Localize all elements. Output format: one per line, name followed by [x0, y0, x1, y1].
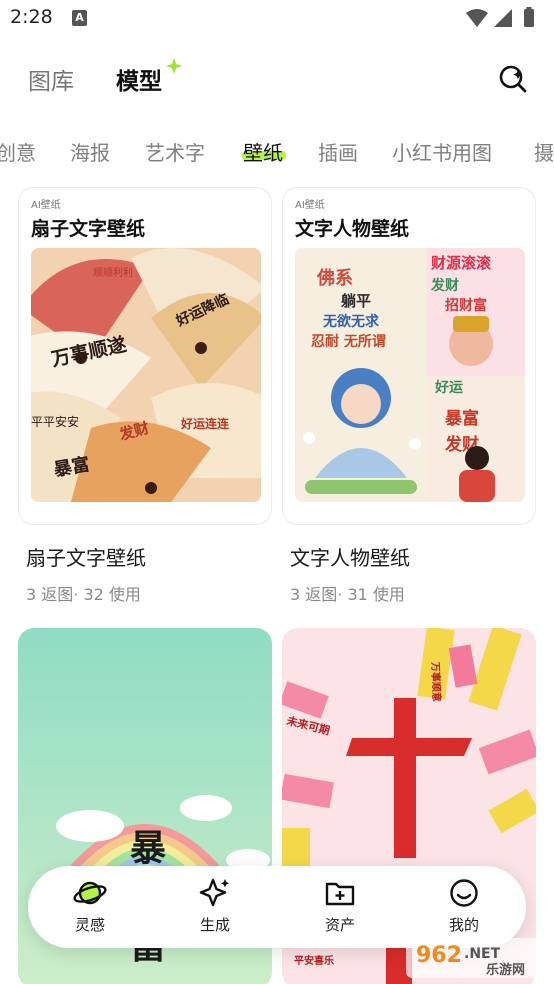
nav-label-generate: 生成	[199, 916, 230, 934]
text-character-wallpaper-image: 佛系 躺平 无欲无求 忍耐 无所谓 财源滚滚 发财 招财富 好运 暴富 发财	[295, 248, 525, 502]
fan-art-text-5: 平平安安	[31, 414, 79, 429]
char-art-text-4: 忍耐 无所谓	[311, 333, 386, 350]
folder-add-icon	[325, 882, 355, 906]
card-title-fan-wallpaper[interactable]: 扇子文字壁纸	[26, 542, 146, 571]
model-card-text-character-wallpaper[interactable]: AI壁纸 文字人物壁纸 佛系 躺平 无欲无求 忍耐 无所谓 财源滚滚 发财 招财…	[282, 187, 536, 525]
model-card-fan-wallpaper[interactable]: AI壁纸 扇子文字壁纸 顺顺利利 万事顺遂 好运降临 暴富 平平安安 发财 好运…	[18, 187, 272, 525]
nav-label-mine: 我的	[448, 916, 479, 934]
tab-wallpaper[interactable]: 壁纸	[243, 137, 283, 166]
planet-icon	[73, 881, 107, 905]
nav-mine[interactable]: 我的	[424, 876, 504, 940]
tab-art-text[interactable]: 艺术字	[145, 137, 205, 166]
tab-illustration[interactable]: 插画	[318, 137, 358, 166]
watermark-number: 962	[416, 943, 462, 968]
nav-assets[interactable]: 资产	[300, 876, 380, 940]
rainbow-art-text-1: 暴	[130, 827, 166, 869]
char-art-text-7: 招财富	[445, 297, 487, 314]
char-art-text-9: 暴富	[444, 408, 479, 429]
search-icon[interactable]	[498, 64, 528, 94]
face-icon	[450, 879, 478, 907]
char-art-text-2: 躺平	[341, 292, 371, 310]
watermark-name: 乐游网	[486, 962, 525, 978]
nav-generate[interactable]: 生成	[175, 876, 255, 940]
card-subtitle: AI壁纸	[295, 200, 325, 211]
notification-a-icon: A	[72, 10, 87, 26]
signal-battery-icons	[466, 7, 534, 27]
sparkle-icon	[199, 878, 229, 907]
char-art-text-3: 无欲无求	[322, 313, 380, 330]
nav-inspiration[interactable]: 灵感	[50, 876, 130, 940]
status-time: 2:28	[10, 6, 53, 28]
fan-art-text-1: 顺顺利利	[93, 267, 133, 279]
cell-signal-icon	[494, 9, 512, 27]
card-heading: 扇子文字壁纸	[31, 218, 146, 240]
watermark-suffix: .NET	[464, 946, 501, 962]
card-heading: 文字人物壁纸	[295, 218, 410, 240]
sparkle-icon	[166, 58, 182, 74]
char-art-text-8: 好运	[434, 379, 463, 396]
battery-icon	[524, 9, 534, 27]
fan-art-text-7: 好运连连	[180, 416, 230, 431]
status-bar: 2:28 A	[0, 0, 554, 40]
nav-label-inspiration: 灵感	[74, 916, 105, 934]
header: 图库 模型	[0, 52, 554, 104]
wifi-icon	[466, 9, 488, 27]
tab-model[interactable]: 模型	[116, 62, 162, 96]
card-meta-fan-wallpaper: 3 返图· 32 使用	[26, 585, 141, 604]
card-title-text-character-wallpaper[interactable]: 文字人物壁纸	[290, 542, 410, 571]
category-tabs: 创意 海报 艺术字 壁纸 插画 小红书用图 摄	[0, 135, 554, 169]
tab-creative[interactable]: 创意	[0, 137, 36, 166]
tab-gallery[interactable]: 图库	[28, 62, 74, 96]
fan-wallpaper-image: 顺顺利利 万事顺遂 好运降临 暴富 平平安安 发财 好运连连	[31, 248, 261, 502]
char-art-text-1: 佛系	[316, 267, 353, 289]
char-art-text-6: 发财	[430, 277, 459, 294]
tab-xiaohongshu[interactable]: 小红书用图	[392, 137, 492, 166]
card-meta-text-character-wallpaper: 3 返图· 31 使用	[290, 585, 405, 604]
char-art-text-5: 财源滚滚	[431, 254, 492, 272]
card-subtitle: AI壁纸	[31, 200, 61, 211]
watermark-logo: 962 .NET 乐游网	[406, 938, 548, 978]
nav-label-assets: 资产	[324, 916, 355, 934]
tab-poster[interactable]: 海报	[70, 137, 110, 166]
shang-art-text-4: 平安喜乐	[294, 954, 334, 967]
tab-photo[interactable]: 摄	[534, 137, 554, 166]
